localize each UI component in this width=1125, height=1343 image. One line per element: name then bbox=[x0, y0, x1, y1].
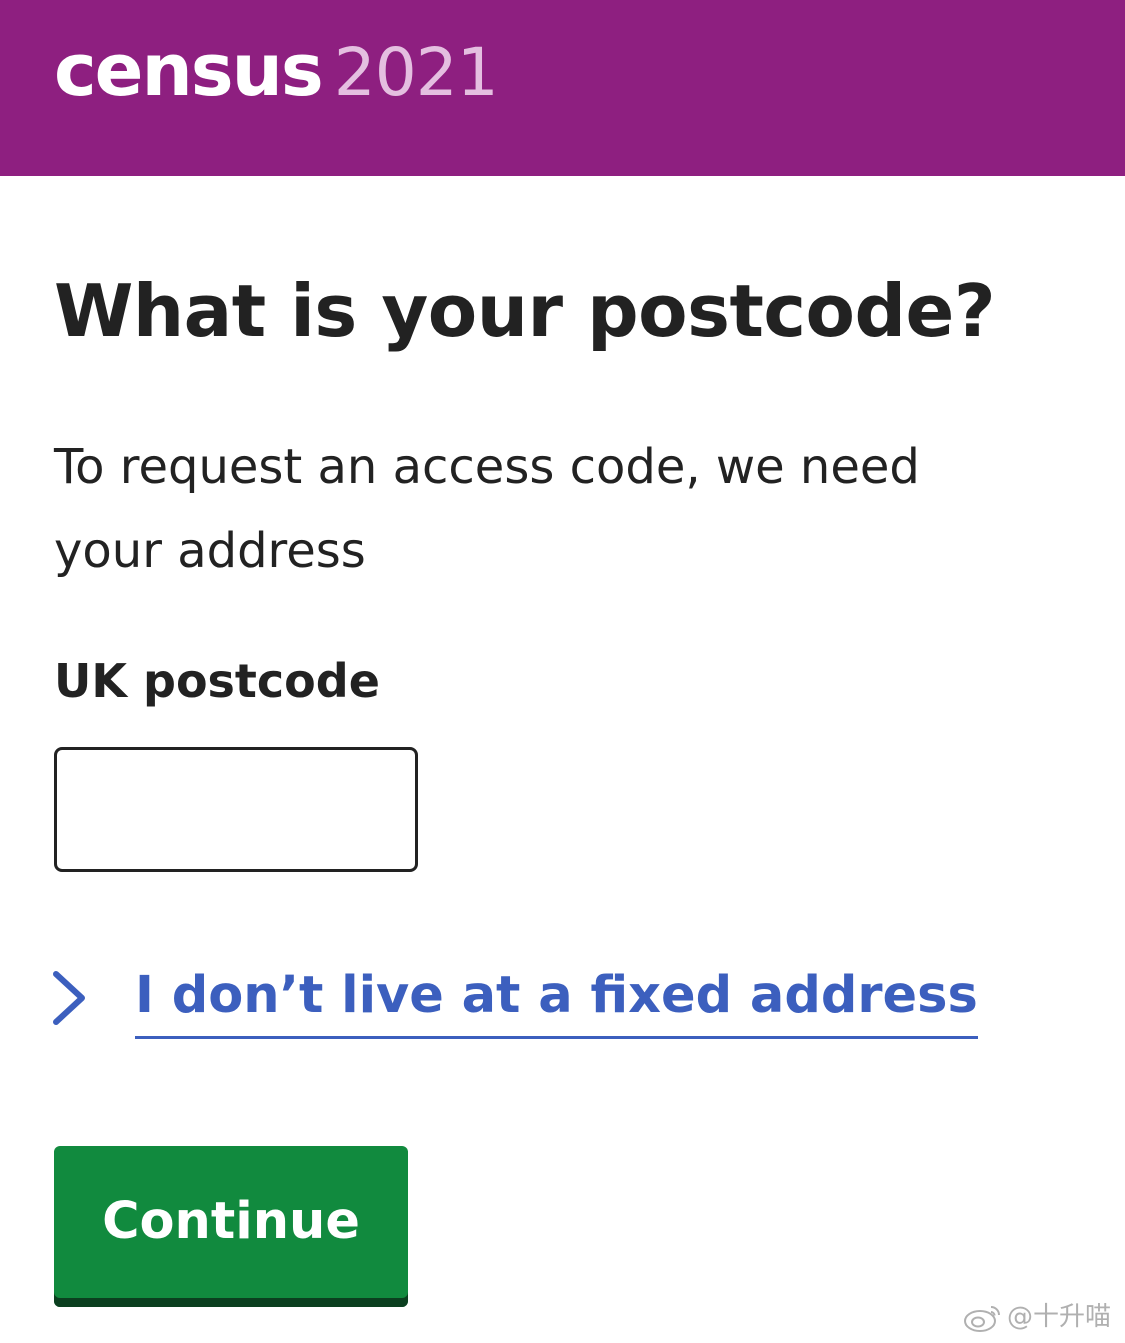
no-fixed-address-label: I don’t live at a fixed address bbox=[135, 960, 978, 1039]
logo-year: 2021 bbox=[333, 34, 499, 111]
chevron-right-icon bbox=[53, 971, 85, 1025]
watermark: @十升喵 bbox=[963, 1296, 1111, 1333]
logo-word: census bbox=[54, 28, 324, 112]
postcode-label: UK postcode bbox=[54, 654, 380, 708]
page-title: What is your postcode? bbox=[54, 269, 996, 353]
weibo-icon bbox=[963, 1305, 1000, 1332]
continue-button[interactable]: Continue bbox=[54, 1146, 408, 1307]
page-description: To request an access code, we need your … bbox=[54, 439, 920, 579]
postcode-input[interactable] bbox=[54, 747, 418, 872]
census-2021-logo[interactable]: census 2021 bbox=[54, 34, 499, 106]
site-header: census 2021 bbox=[0, 0, 1125, 176]
watermark-text: @十升喵 bbox=[1006, 1302, 1111, 1332]
